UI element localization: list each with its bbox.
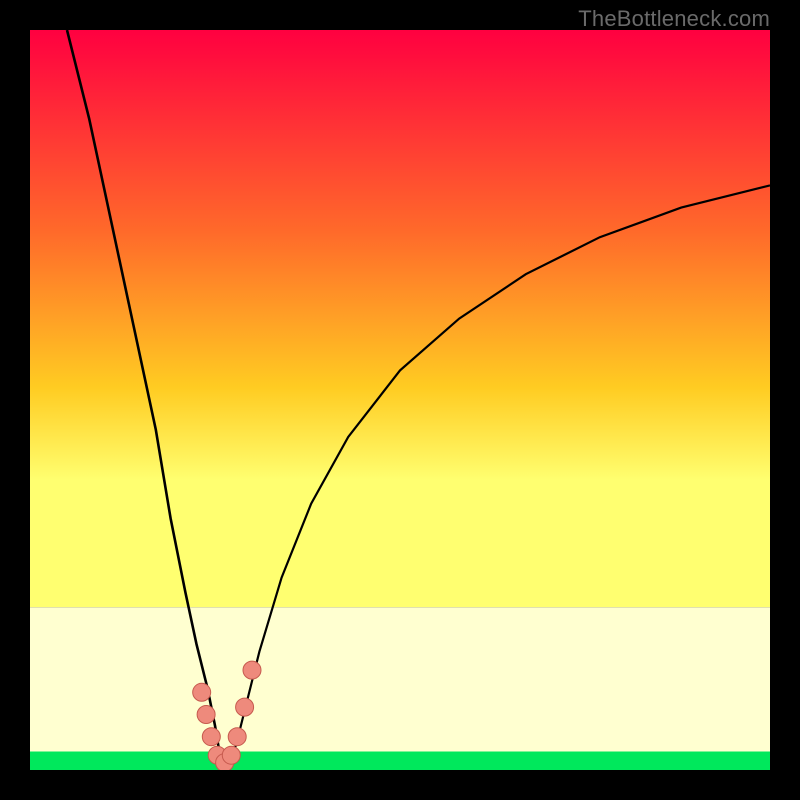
watermark-text: TheBottleneck.com: [578, 6, 770, 32]
marker-point: [243, 661, 261, 679]
marker-point: [193, 683, 211, 701]
marker-point: [197, 706, 215, 724]
gradient-background: [30, 30, 770, 607]
marker-point: [222, 746, 240, 764]
marker-point: [228, 728, 246, 746]
chart-frame: [30, 30, 770, 770]
marker-point: [202, 728, 220, 746]
bottleneck-chart: [30, 30, 770, 770]
marker-point: [236, 698, 254, 716]
green-band: [30, 752, 770, 771]
pale-band: [30, 607, 770, 751]
